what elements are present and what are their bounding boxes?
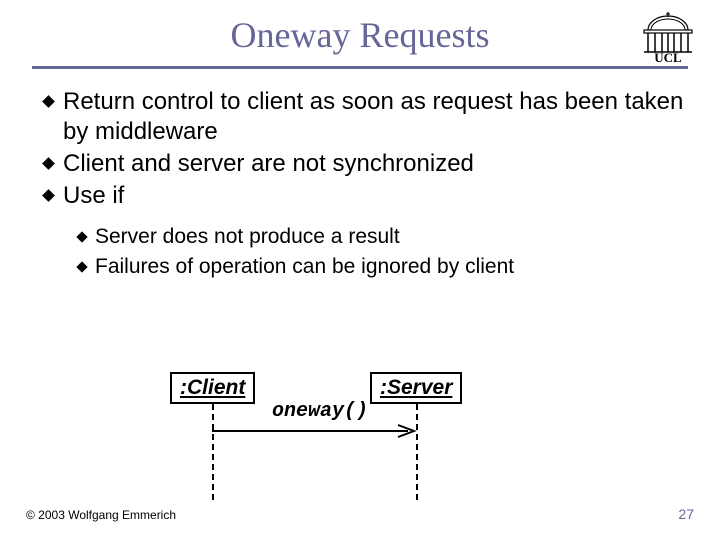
message-arrow — [212, 424, 418, 438]
slide-body: Return control to client as soon as requ… — [44, 87, 692, 282]
svg-text:UCL: UCL — [654, 50, 682, 64]
bullet-text: Server does not produce a result — [95, 223, 400, 251]
sub-bullet-item: Server does not produce a result — [78, 223, 692, 251]
client-object: :Client — [170, 372, 255, 404]
server-lifeline — [416, 404, 418, 500]
diamond-bullet-icon — [42, 157, 55, 170]
ucl-logo: UCL — [638, 8, 698, 64]
sub-bullet-item: Failures of operation can be ignored by … — [78, 253, 692, 281]
diamond-bullet-icon — [76, 231, 87, 242]
sequence-diagram: :Client :Server oneway() — [150, 370, 570, 500]
client-lifeline — [212, 404, 214, 500]
copyright-text: © 2003 Wolfgang Emmerich — [26, 508, 176, 522]
bullet-text: Return control to client as soon as requ… — [63, 87, 692, 147]
page-number: 27 — [678, 506, 694, 522]
title-rule — [32, 66, 688, 69]
bullet-text: Use if — [63, 181, 124, 211]
slide-title: Oneway Requests — [0, 0, 720, 56]
server-object: :Server — [370, 372, 462, 404]
bullet-item: Client and server are not synchronized — [44, 149, 692, 179]
diamond-bullet-icon — [42, 95, 55, 108]
bullet-text: Client and server are not synchronized — [63, 149, 474, 179]
message-label: oneway() — [272, 400, 368, 423]
diamond-bullet-icon — [42, 189, 55, 202]
diamond-bullet-icon — [76, 262, 87, 273]
bullet-text: Failures of operation can be ignored by … — [95, 253, 514, 281]
bullet-item: Use if — [44, 181, 692, 211]
bullet-item: Return control to client as soon as requ… — [44, 87, 692, 147]
